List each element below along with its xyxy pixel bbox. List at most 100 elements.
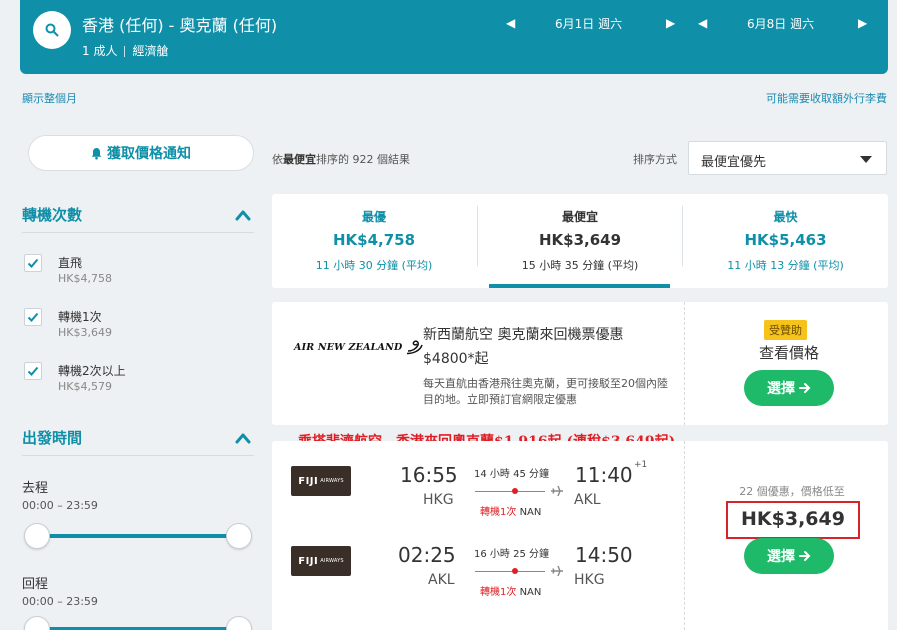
air-new-zealand-logo: AIR NEW ZEALAND [294,339,424,355]
outbound-slider-track[interactable] [36,534,240,538]
return-date[interactable]: 6月8日 週六 [747,15,814,32]
airline-logo-subtext: AIRWAYS [320,558,344,564]
departure-airport: HKG [423,492,454,508]
departure-time: 02:25 [398,543,456,567]
passenger-cabin-info[interactable]: 1 成人 經濟艙 [82,42,168,59]
tab-price: HK$3,649 [538,231,622,249]
arrival-time: 11:40 [575,463,633,487]
ad-title[interactable]: 新西蘭航空 奧克蘭來回機票優惠 [423,324,623,344]
checkbox-one-stop[interactable] [24,308,42,326]
tab-duration: 15 小時 35 分鐘 (平均) [521,259,639,272]
airline-logo-text: FIJI [298,555,319,567]
return-slider-min-handle[interactable] [24,616,50,630]
check-icon [27,258,39,268]
deals-count: 22 個優惠，價格低至 [739,485,845,498]
arrival-time: 14:50 [575,543,633,567]
return-label: 回程 [22,577,49,592]
checkbox-direct[interactable] [24,254,42,272]
via-airport: NAN [519,507,542,518]
airline-logo-text: FIJI [298,475,319,487]
outbound-slider-max-handle[interactable] [226,523,252,549]
divider [22,455,254,456]
sort-label: 排序方式 [633,153,677,166]
tab-label: 最便宜 [561,210,598,224]
arrow-right-icon [799,551,811,561]
passenger-count: 1 成人 [82,44,118,58]
result-count-prefix: 依 [272,153,283,166]
divider [684,302,685,425]
check-icon [27,366,39,376]
depart-next-icon[interactable]: ▶ [666,16,675,30]
day-offset: +1 [634,460,648,470]
fiji-airways-logo: FIJI AIRWAYS [291,466,351,496]
return-prev-icon[interactable]: ◀ [698,16,707,30]
flight-select-button[interactable]: 選擇 [744,538,834,574]
outbound-slider-min-handle[interactable] [24,523,50,549]
stop-price: HK$3,649 [58,326,112,339]
route-text[interactable]: 香港 (任何) - 奧克蘭 (任何) [82,12,277,36]
flight-price: HK$3,649 [726,501,860,539]
price-alert-button[interactable]: 獲取價格通知 [28,135,254,171]
depart-prev-icon[interactable]: ◀ [506,16,515,30]
ad-description: 每天直航由香港飛往奧克蘭，更可接駁至20個內陸目的地。立即預訂官網限定優惠 [423,377,668,406]
sort-summary-tabs: 最優 HK$4,758 11 小時 30 分鐘 (平均) 最便宜 HK$3,64… [272,194,888,288]
return-next-icon[interactable]: ▶ [858,16,867,30]
stops-filter-title[interactable]: 轉機次數 [22,204,82,225]
ad-select-button[interactable]: 選擇 [744,370,834,406]
plane-icon [551,485,563,497]
search-icon [45,23,59,37]
sort-dropdown[interactable]: 最便宜優先 [688,141,887,175]
flight-result-card[interactable]: FIJI AIRWAYS 16:55 HKG 14 小時 45 分鐘 轉機1次 N… [272,441,888,630]
times-filter-title[interactable]: 出發時間 [22,427,82,448]
select-label: 選擇 [767,549,795,565]
result-count-suffix: 排序的 922 個結果 [316,153,410,166]
stop-price: HK$4,758 [58,272,112,285]
outbound-range: 00:00 – 23:59 [22,499,98,512]
divider [684,441,685,630]
chevron-up-icon[interactable] [234,431,252,445]
search-button[interactable] [33,11,71,49]
depart-date[interactable]: 6月1日 週六 [555,15,622,32]
bell-icon [91,147,102,159]
tab-duration: 11 小時 13 分鐘 (平均) [727,259,844,272]
stop-price: HK$4,579 [58,380,112,393]
divider [22,232,254,233]
stop-label: 直飛 [58,256,83,270]
tab-fastest[interactable]: 最快 HK$5,463 11 小時 13 分鐘 (平均) [683,194,888,288]
tab-best[interactable]: 最優 HK$4,758 11 小時 30 分鐘 (平均) [272,194,476,288]
via-airport: NAN [519,587,542,598]
arrival-airport: AKL [574,492,601,508]
show-whole-month-link[interactable]: 顯示整個月 [22,90,77,106]
search-summary-bar[interactable]: 香港 (任何) - 奧克蘭 (任何) 1 成人 經濟艙 ◀ 6月1日 週六 ▶ ◀… [20,0,888,74]
active-tab-indicator [489,284,670,288]
airline-logo-subtext: AIRWAYS [320,478,344,484]
fiji-airways-logo: FIJI AIRWAYS [291,546,351,576]
result-count-sort: 最便宜 [283,153,316,166]
tab-cheapest[interactable]: 最便宜 HK$3,649 15 小時 35 分鐘 (平均) [478,194,682,288]
caret-down-icon [860,156,872,163]
route-line [475,491,545,492]
tab-duration: 11 小時 30 分鐘 (平均) [315,259,433,272]
stop-dot [512,488,518,494]
flight-duration: 14 小時 45 分鐘 [474,469,549,480]
ad-price: $4800*起 [423,351,489,367]
plane-icon [551,565,563,577]
sponsored-badge: 受贊助 [764,320,807,340]
return-range: 00:00 – 23:59 [22,595,98,608]
chevron-up-icon[interactable] [234,208,252,222]
flight-duration: 16 小時 25 分鐘 [474,549,549,560]
departure-airport: AKL [428,572,455,588]
arrow-right-icon [799,383,811,393]
airline-logo-text: AIR NEW ZEALAND [294,341,403,353]
return-slider-max-handle[interactable] [226,616,252,630]
route-line [475,571,545,572]
arrival-airport: HKG [574,572,605,588]
departure-time: 16:55 [400,463,458,487]
checkbox-two-plus[interactable] [24,362,42,380]
outbound-label: 去程 [22,481,49,496]
sponsored-ad-card[interactable]: AIR NEW ZEALAND 新西蘭航空 奧克蘭來回機票優惠 $4800*起 … [272,302,888,425]
tab-price: HK$4,758 [332,231,416,249]
extra-fees-link[interactable]: 可能需要收取額外行李費 [766,90,887,106]
tab-label: 最快 [773,210,798,224]
stop-dot [512,568,518,574]
